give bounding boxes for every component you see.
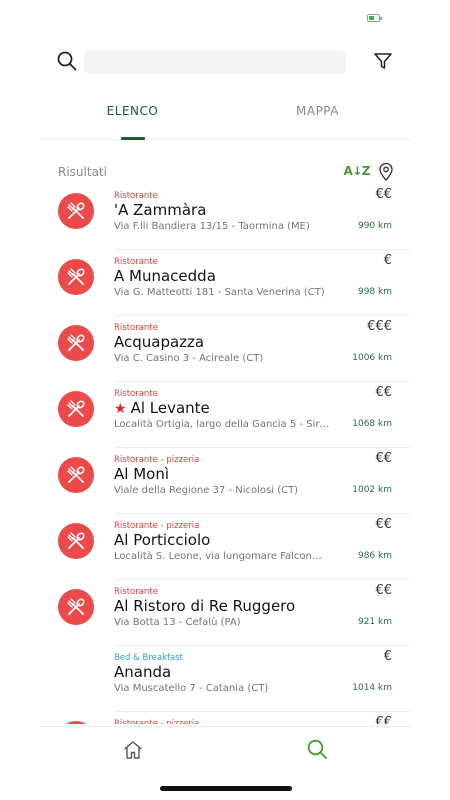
fork-spoon-icon [67, 532, 85, 549]
list-item[interactable]: Bed & Breakfast Ananda Via Muscatello 7 - … [114, 646, 410, 712]
restaurant-avatar-icon [58, 325, 94, 361]
fork-spoon-icon [67, 334, 85, 351]
fork-spoon-icon [67, 466, 85, 483]
item-name-text: A Munacedda [114, 267, 216, 285]
star-icon: ★ [114, 401, 127, 417]
item-address: Via G. Matteotti 181 - Santa Venerina (C… [114, 287, 325, 298]
list-item[interactable]: Ristorante - pizzeria €€ [58, 712, 410, 724]
sort-az-button[interactable]: A↓Z [343, 164, 370, 178]
nav-search-icon[interactable] [306, 738, 328, 760]
item-price: € [383, 649, 392, 664]
item-name-text: Al Monì [114, 465, 169, 483]
item-category: Ristorante - pizzeria [114, 719, 200, 724]
item-name: Al Ristoro di Re Ruggero [114, 597, 295, 615]
active-tab-indicator [121, 137, 145, 140]
item-address: Via F.lli Bandiera 13/15 - Taormina (ME) [114, 221, 310, 232]
item-distance: 1014 km [352, 683, 392, 693]
item-category: Ristorante [114, 587, 158, 597]
restaurant-avatar-icon [58, 457, 94, 493]
search-bar [40, 44, 410, 80]
item-price: €€ [375, 385, 392, 400]
restaurant-avatar-icon [58, 193, 94, 229]
home-indicator [160, 786, 292, 791]
item-distance: 921 km [357, 617, 392, 627]
item-name-text: Acquapazza [114, 333, 205, 351]
item-name: Ananda [114, 663, 171, 681]
item-name-text: Al Ristoro di Re Ruggero [114, 597, 296, 615]
status-bar [40, 0, 410, 38]
item-category: Bed & Breakfast [114, 653, 183, 663]
item-name: Al Monì [114, 465, 169, 483]
app-screen: ELENCO MAPPA Risultati A↓Z Ristorante 'A … [40, 0, 410, 800]
item-distance: 1002 km [352, 485, 392, 495]
home-icon[interactable] [122, 739, 144, 761]
tab-mappa[interactable]: MAPPA [225, 94, 410, 140]
results-header: Risultati A↓Z [40, 162, 410, 184]
item-address: Viale della Regione 37 - Nicolosi (CT) [114, 485, 299, 496]
fork-spoon-icon [67, 202, 85, 219]
item-distance: 1006 km [352, 353, 392, 363]
restaurant-avatar-icon [58, 523, 94, 559]
item-name-text: Al Porticciolo [114, 531, 211, 549]
item-address: Via Muscatello 7 - Catania (CT) [114, 683, 269, 694]
item-price: €€ [375, 187, 392, 202]
item-name: ★ Al Levante [114, 399, 210, 417]
item-price: €€ [375, 517, 392, 532]
list-item[interactable]: Ristorante 'A Zammàra Via F.lli Bandiera 1… [58, 184, 410, 250]
restaurant-avatar-icon [58, 259, 94, 295]
item-distance: 990 km [357, 221, 392, 231]
battery-icon [367, 14, 382, 22]
search-icon[interactable] [56, 50, 78, 72]
item-name: Acquapazza [114, 333, 204, 351]
fork-spoon-icon [67, 400, 85, 417]
results-list: Ristorante 'A Zammàra Via F.lli Bandiera 1… [40, 184, 410, 724]
item-price: €€ [375, 715, 392, 724]
view-tabs: ELENCO MAPPA [40, 94, 410, 140]
fork-spoon-icon [67, 268, 85, 285]
location-pin-icon[interactable] [378, 163, 394, 181]
item-category: Ristorante [114, 257, 158, 267]
item-distance: 998 km [357, 287, 392, 297]
filter-icon[interactable] [372, 50, 394, 72]
item-category: Ristorante - pizzeria [114, 455, 200, 465]
item-category: Ristorante [114, 191, 158, 201]
restaurant-avatar-icon [58, 589, 94, 625]
item-name-text: Al Levante [130, 399, 210, 417]
list-item[interactable]: Ristorante Al Ristoro di Re Ruggero Via Bo… [58, 580, 410, 646]
item-price: €€ [375, 451, 392, 466]
item-address: Via Botta 13 - Cefalù (PA) [114, 617, 241, 628]
item-price: €€ [375, 583, 392, 598]
restaurant-avatar-icon [58, 721, 94, 724]
item-name: Al Porticciolo [114, 531, 210, 549]
fork-spoon-icon [67, 598, 85, 615]
list-item[interactable]: Ristorante ★ Al Levante Località Ortigia, l… [58, 382, 410, 448]
item-name-text: 'A Zammàra [114, 201, 207, 219]
restaurant-avatar-icon [58, 391, 94, 427]
item-name: 'A Zammàra [114, 201, 206, 219]
item-category: Ristorante - pizzeria [114, 521, 200, 531]
item-distance: 1068 km [352, 419, 392, 429]
item-address: Località Ortigia, largo della Gancia 5 -… [114, 419, 330, 430]
item-distance: 986 km [357, 551, 392, 561]
item-category: Ristorante [114, 323, 158, 333]
item-price: €€€ [367, 319, 392, 334]
item-category: Ristorante [114, 389, 158, 399]
list-item[interactable]: Ristorante Acquapazza Via C. Casino 3 - Ac… [58, 316, 410, 382]
search-input[interactable] [84, 50, 346, 74]
list-item[interactable]: Ristorante - pizzeria Al Porticciolo Local… [58, 514, 410, 580]
results-label: Risultati [58, 165, 107, 179]
item-name-text: Ananda [114, 663, 172, 681]
list-item[interactable]: Ristorante A Munacedda Via G. Matteotti 18… [58, 250, 410, 316]
item-address: Località S. Leone, via lungomare Falcon… [114, 551, 322, 562]
bottom-navigation [40, 726, 410, 800]
item-address: Via C. Casino 3 - Acireale (CT) [114, 353, 264, 364]
list-item[interactable]: Ristorante - pizzeria Al Monì Viale della … [58, 448, 410, 514]
tab-elenco[interactable]: ELENCO [40, 94, 225, 140]
item-price: € [383, 253, 392, 268]
item-name: A Munacedda [114, 267, 216, 285]
